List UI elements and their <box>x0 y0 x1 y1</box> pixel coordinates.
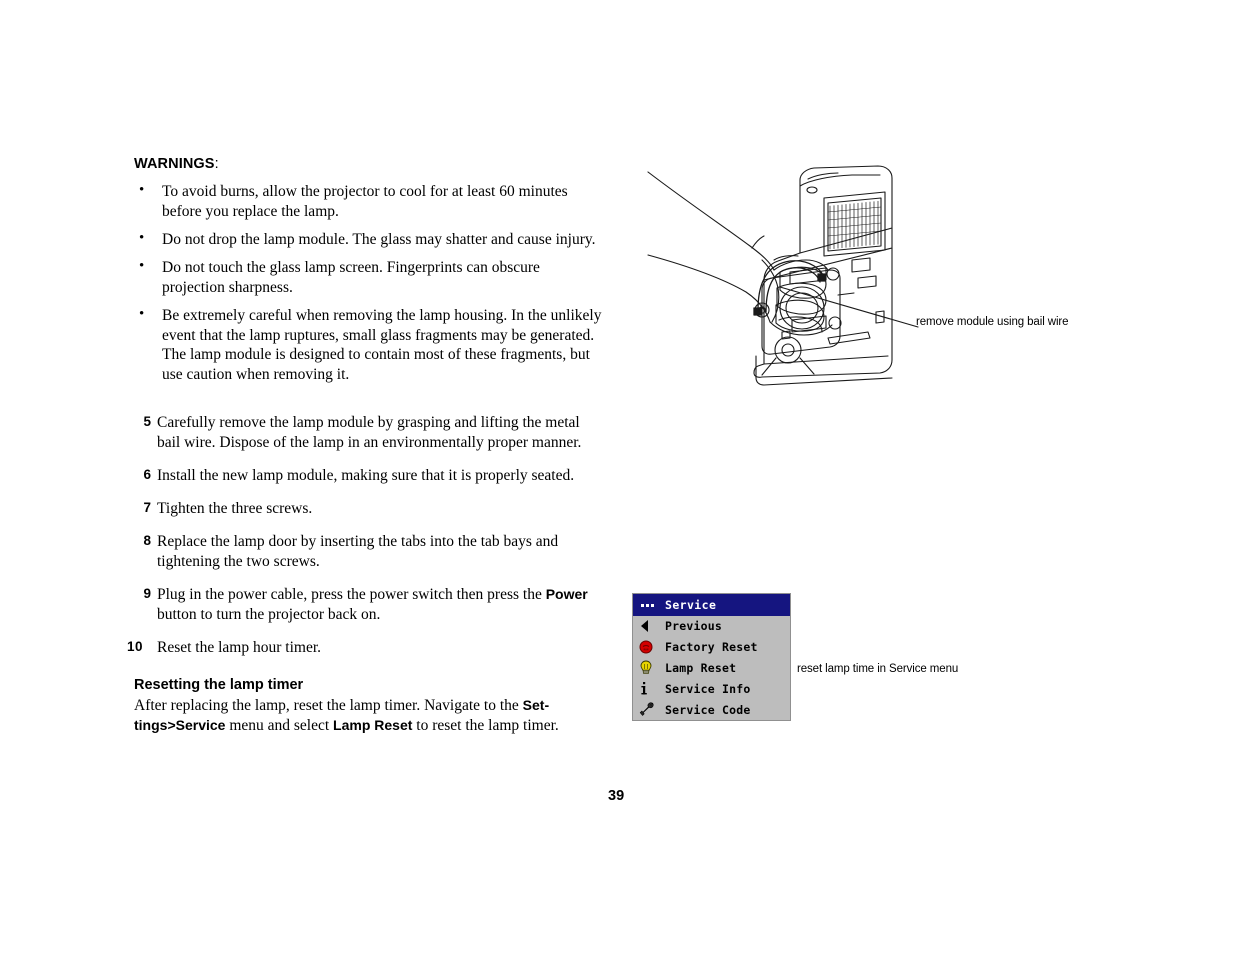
list-item: 10 Reset the lamp hour timer. <box>127 638 606 658</box>
menu-item-label: Factory Reset <box>665 640 758 655</box>
menu-item-label: Service Code <box>665 702 751 717</box>
power-button-emphasis: Power <box>545 585 588 602</box>
lightbulb-icon <box>639 660 661 675</box>
illustration-caption: remove module using bail wire <box>916 316 1069 328</box>
step-number: 10 <box>126 638 143 654</box>
step-text: Reset the lamp hour timer. <box>157 638 322 656</box>
body-text-1: After replacing the lamp, reset the lamp… <box>134 696 523 714</box>
menu-item-factory-reset[interactable]: Factory Reset <box>633 637 790 658</box>
section-title: Resetting the lamp timer <box>134 676 304 693</box>
osd-menu-caption: reset lamp time in Service menu <box>797 663 959 675</box>
leader-line <box>779 286 919 328</box>
list-item: 5 Carefully remove the lamp module by gra… <box>134 413 606 453</box>
step-text-after: button to turn the projector back on. <box>157 605 381 623</box>
bullet-icon: • <box>139 230 145 246</box>
body-text-2: menu and select <box>225 716 334 734</box>
step-text: Replace the lamp door by inserting the t… <box>157 533 559 570</box>
list-item: 7 Tighten the three screws. <box>134 499 606 519</box>
list-item: • Be extremely careful when removing the … <box>134 306 606 384</box>
step-text: Plug in the power cable, press the power… <box>157 586 588 623</box>
step-text: Install the new lamp module, making sure… <box>157 467 575 485</box>
service-osd-menu[interactable]: Service Previous Factory Reset Lamp Rese… <box>632 593 791 721</box>
list-item: • Do not drop the lamp module. The glass … <box>134 230 606 249</box>
step-text: Tighten the three screws. <box>157 500 313 518</box>
list-item: 6 Install the new lamp module, making sur… <box>134 466 606 486</box>
step-number: 8 <box>143 533 151 548</box>
warnings-heading-label: WARNINGS <box>134 156 215 172</box>
hand-illustration <box>647 171 833 336</box>
projector-lamp-removal-illustration <box>630 160 1100 400</box>
list-item: • To avoid burns, allow the projector to … <box>134 182 606 221</box>
warnings-heading: WARNINGS: <box>134 155 606 173</box>
osd-menu-header: Service <box>633 594 790 616</box>
procedure-steps-list: 5 Carefully remove the lamp module by gra… <box>127 413 606 658</box>
factory-reset-icon <box>639 640 661 654</box>
step-text: Carefully remove the lamp module by gras… <box>157 414 582 452</box>
step-text-before: Plug in the power cable, press the power… <box>157 585 546 603</box>
warning-text: To avoid burns, allow the projector to c… <box>162 183 568 220</box>
section-body: After replacing the lamp, reset the lamp… <box>134 696 606 736</box>
bullet-icon: • <box>139 258 145 275</box>
menu-item-lamp-reset[interactable]: Lamp Reset <box>633 658 790 679</box>
lamp-reset-emphasis: Lamp Reset <box>333 716 413 733</box>
osd-menu-title: Service <box>665 598 717 612</box>
warnings-heading-colon: : <box>214 156 219 172</box>
main-text-column: WARNINGS: • To avoid burns, allow the pro… <box>127 155 606 736</box>
triangle-left-icon <box>639 620 661 633</box>
bullet-icon: • <box>139 182 145 199</box>
step-number: 5 <box>143 414 151 430</box>
menu-item-previous[interactable]: Previous <box>633 616 790 637</box>
warning-text: Do not touch the glass lamp screen. Fing… <box>162 259 540 296</box>
bullet-icon: • <box>139 306 145 323</box>
menu-item-service-code[interactable]: Service Code <box>633 699 790 720</box>
warnings-list: • To avoid burns, allow the projector to … <box>134 182 606 384</box>
page-number: 39 <box>608 788 625 804</box>
body-text-3: to reset the lamp timer. <box>412 716 559 734</box>
list-item: 9 Plug in the power cable, press the powe… <box>134 585 606 625</box>
dots-icon <box>639 603 661 607</box>
step-number: 7 <box>143 500 151 516</box>
menu-item-service-info[interactable]: Service Info <box>633 678 790 699</box>
warning-text: Be extremely careful when removing the l… <box>162 307 602 383</box>
menu-item-label: Previous <box>665 619 722 634</box>
menu-item-label: Lamp Reset <box>665 660 737 675</box>
warning-text: Do not drop the lamp module. The glass m… <box>162 231 596 248</box>
projector-body-outline <box>753 165 893 378</box>
step-number: 6 <box>143 467 151 483</box>
resetting-lamp-timer-section: Resetting the lamp timer After replacing… <box>134 676 606 736</box>
list-item: 8 Replace the lamp door by inserting the … <box>134 532 606 572</box>
wrench-icon <box>639 702 661 717</box>
info-icon <box>639 681 661 696</box>
list-item: • Do not touch the glass lamp screen. Fin… <box>134 258 606 297</box>
step-number: 9 <box>143 585 151 601</box>
menu-item-label: Service Info <box>665 681 751 696</box>
vent-grille <box>823 191 886 257</box>
